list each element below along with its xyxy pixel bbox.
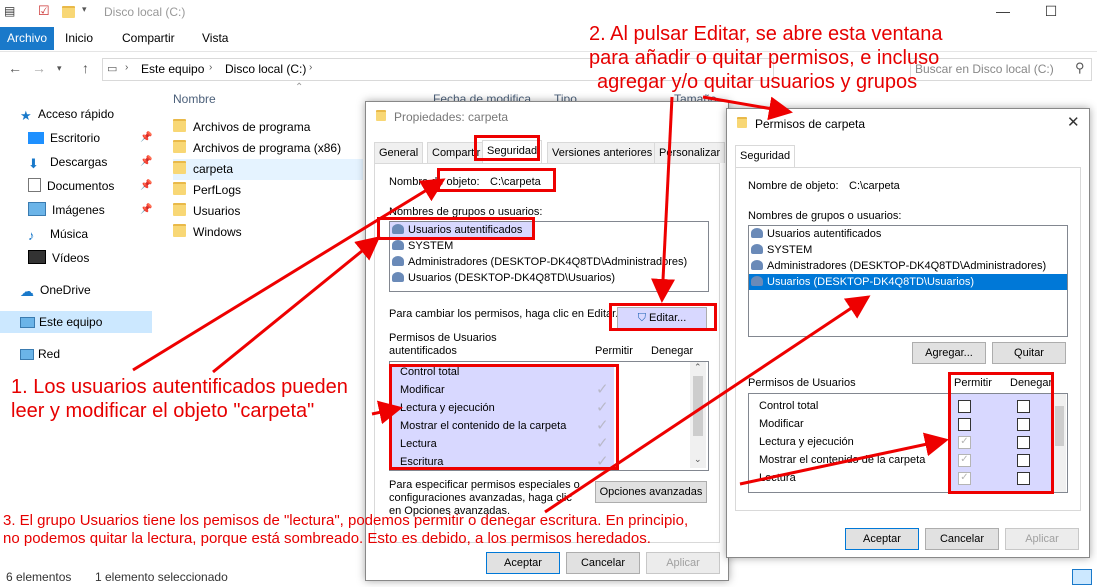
arrow-1a	[132, 178, 446, 372]
arrow-2b	[702, 95, 793, 121]
arrow-3a	[544, 295, 871, 514]
arrow-3b	[739, 432, 949, 486]
arrow-1c	[371, 400, 403, 425]
annotation-2: 2. Al pulsar Editar, se abre esta ventan…	[589, 23, 943, 93]
arrow-2a	[651, 96, 676, 303]
annotation-1: 1. Los usuarios autentificados pueden le…	[11, 376, 348, 422]
annotation-3: 3. El grupo Usuarios tiene los pemisos d…	[3, 512, 689, 547]
